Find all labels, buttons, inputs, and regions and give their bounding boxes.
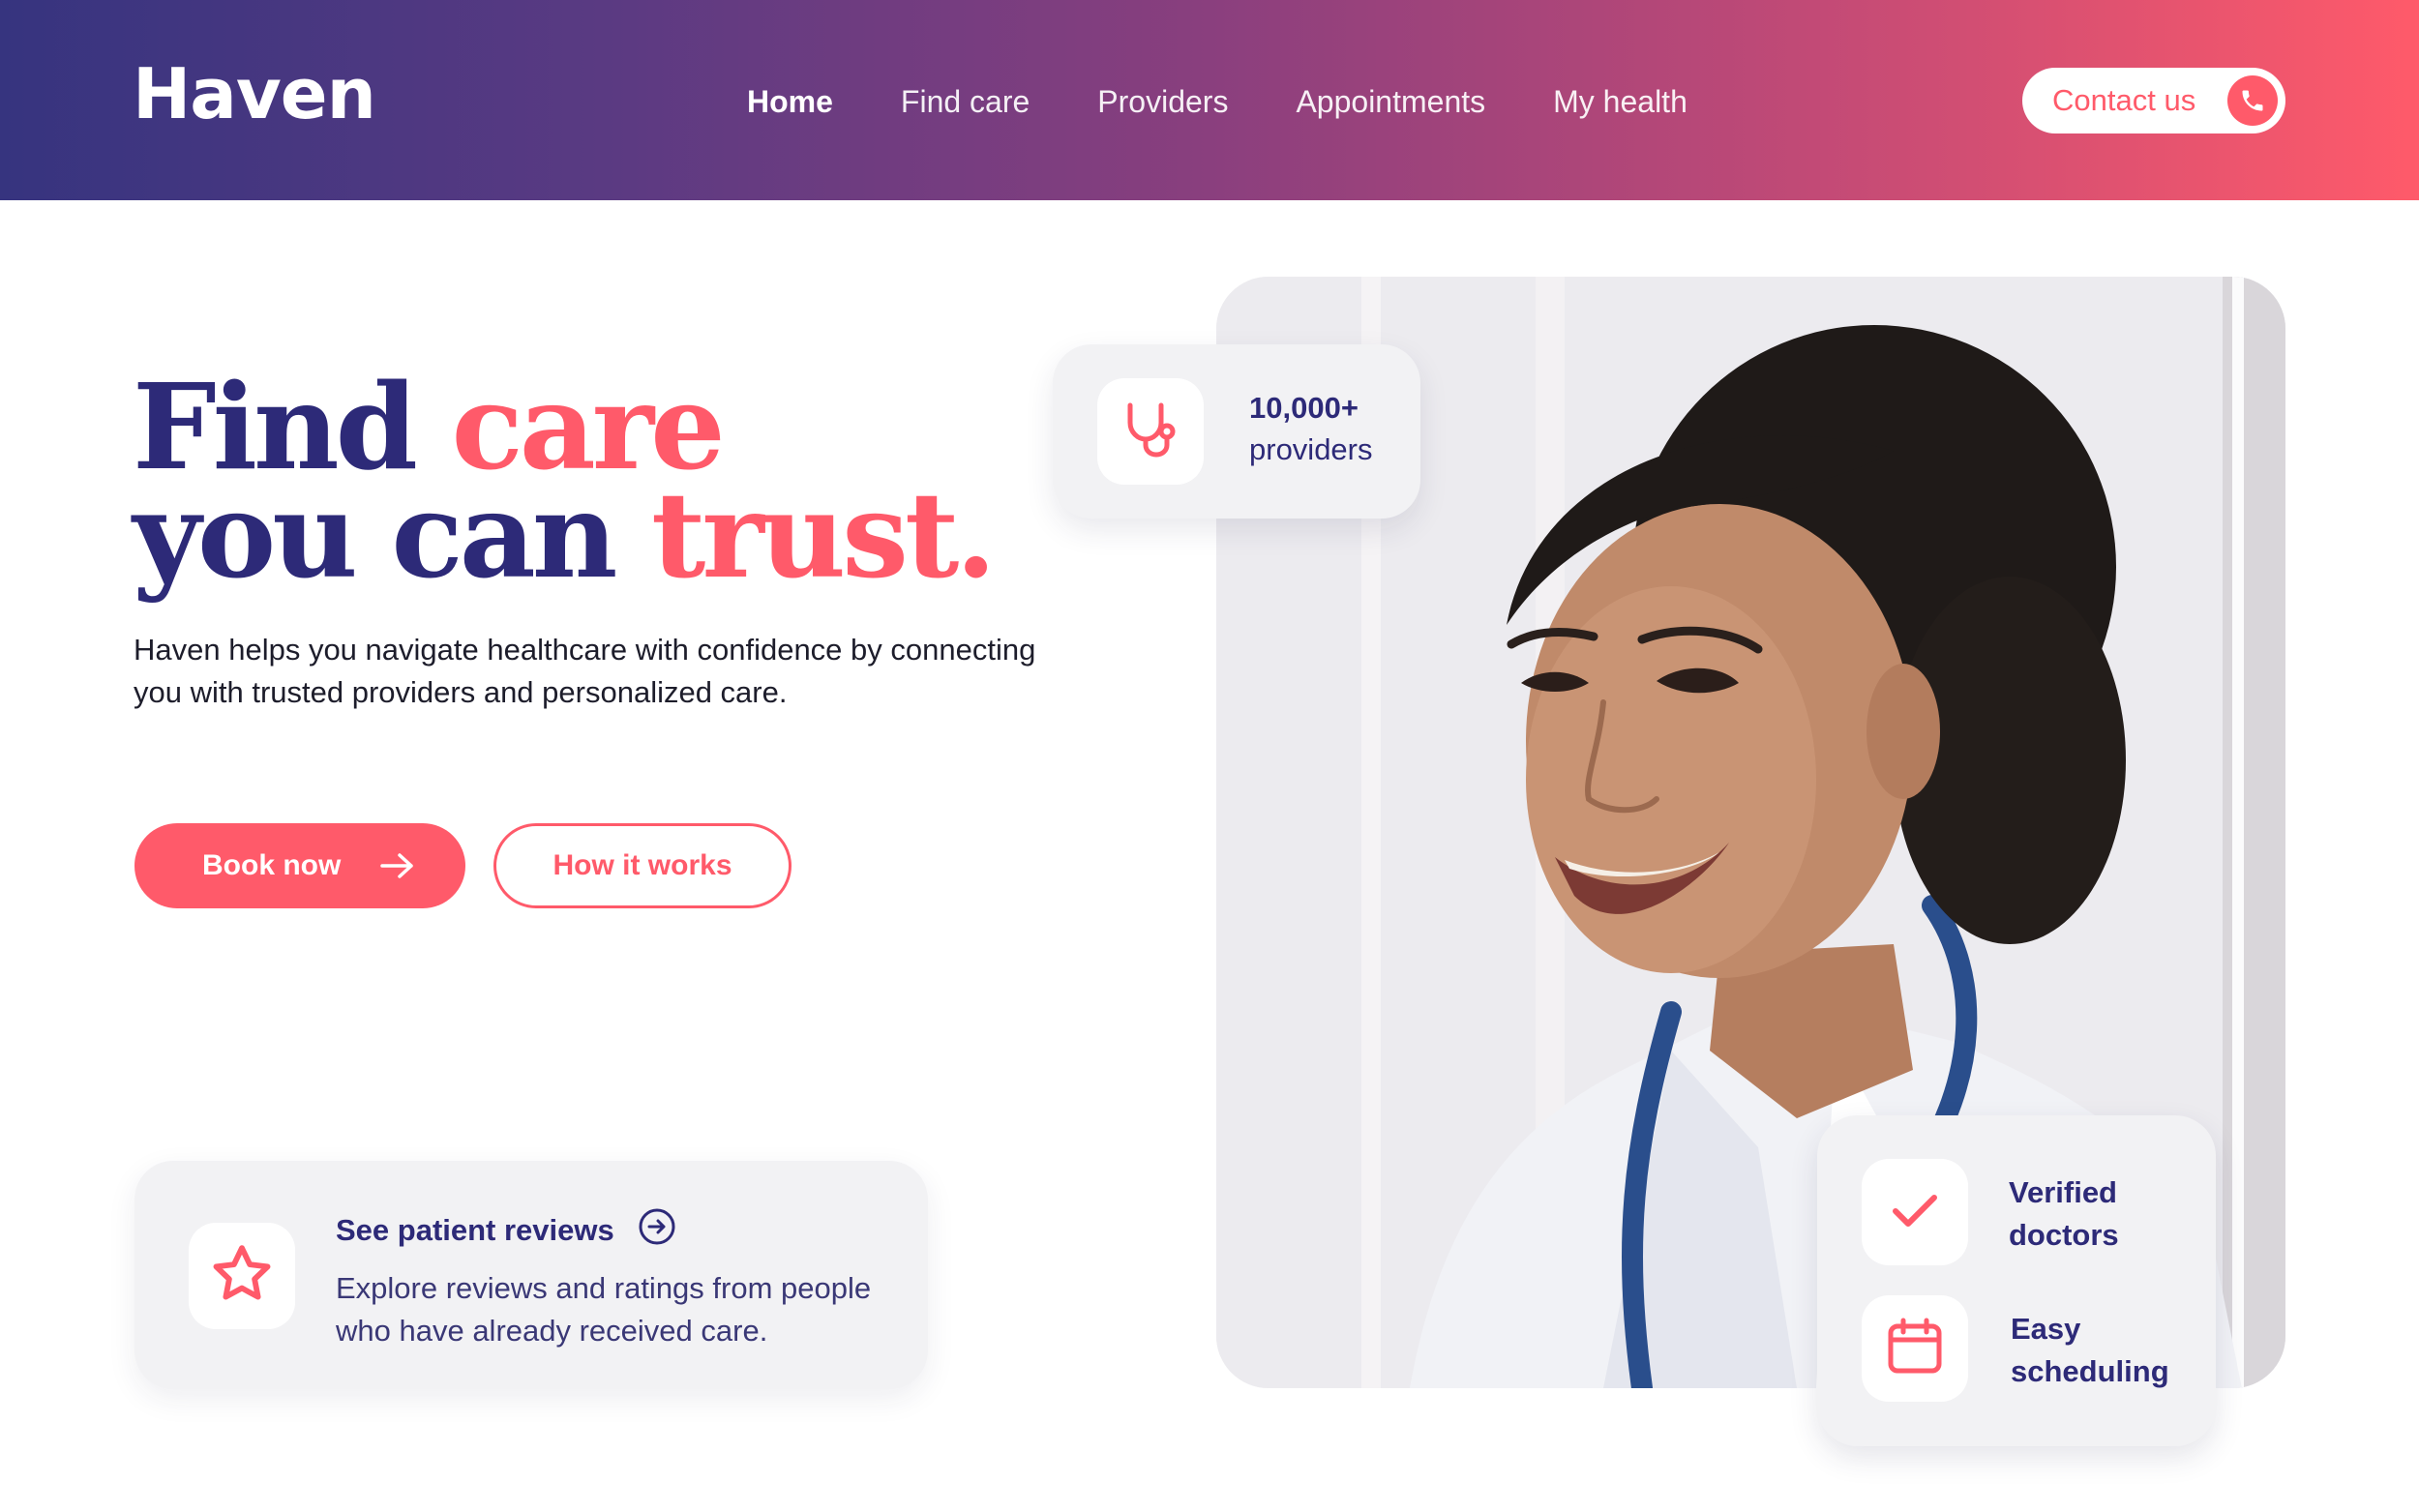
book-now-label: Book now: [202, 849, 342, 881]
circle-arrow-icon: [638, 1207, 676, 1254]
nav-find-care[interactable]: Find care: [901, 84, 1030, 120]
headline-you-can: you can: [133, 465, 617, 605]
contact-us-label: Contact us: [2052, 83, 2196, 117]
how-it-works-button[interactable]: How it works: [493, 823, 791, 908]
reviews-title: See patient reviews: [336, 1213, 614, 1247]
providers-label: providers: [1249, 432, 1373, 466]
patient-reviews-card[interactable]: See patient reviews Explore reviews and …: [134, 1161, 928, 1389]
nav-providers[interactable]: Providers: [1097, 84, 1228, 120]
hero-headline: Find care you can trust.: [133, 368, 997, 594]
contact-us-button[interactable]: Contact us: [2022, 68, 2285, 133]
book-now-button[interactable]: Book now: [134, 823, 465, 908]
feature-easy-scheduling: Easy scheduling: [2011, 1312, 2169, 1388]
calendar-icon: [1885, 1317, 1945, 1381]
main-nav: Home Find care Providers Appointments My…: [747, 77, 1755, 126]
calendar-icon-tile: [1862, 1295, 1968, 1402]
headline-trust: trust.: [650, 465, 997, 605]
brand-name: Haven: [133, 53, 376, 134]
nav-appointments[interactable]: Appointments: [1296, 84, 1485, 120]
reviews-description: Explore reviews and ratings from people …: [336, 1271, 872, 1348]
haven-logo[interactable]: Haven: [133, 59, 376, 129]
stethoscope-icon: [1119, 398, 1182, 466]
features-badge: Verified doctors Easy scheduling: [1817, 1115, 2216, 1446]
stethoscope-icon-tile: [1097, 378, 1204, 485]
check-icon: [1888, 1183, 1942, 1242]
star-icon: [208, 1240, 276, 1313]
site-header: Haven Home Find care Providers Appointme…: [0, 0, 2419, 200]
nav-home[interactable]: Home: [747, 84, 833, 120]
providers-count: 10,000+: [1249, 391, 1359, 425]
see-reviews-link[interactable]: See patient reviews: [336, 1207, 676, 1254]
nav-my-health[interactable]: My health: [1553, 84, 1687, 120]
hero-subtext: Haven helps you navigate healthcare with…: [134, 633, 1036, 709]
phone-icon: [2227, 75, 2278, 126]
arrow-right-icon: [380, 851, 415, 888]
providers-count-badge: 10,000+ providers: [1053, 344, 1420, 519]
check-icon-tile: [1862, 1159, 1968, 1265]
feature-verified-doctors: Verified doctors: [2009, 1175, 2119, 1252]
star-icon-tile: [189, 1223, 295, 1329]
